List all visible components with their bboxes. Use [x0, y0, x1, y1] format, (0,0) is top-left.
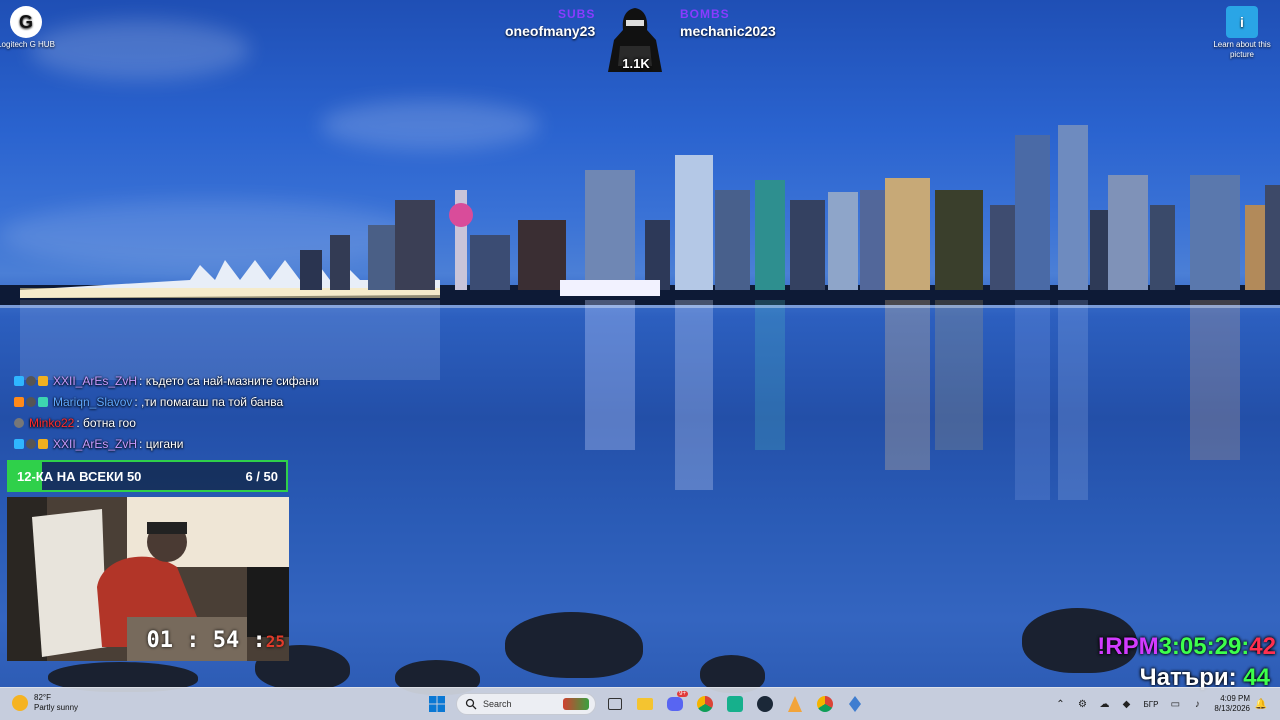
clock-badge-icon	[14, 417, 24, 428]
chat-message: Mariqn_Slavov : ,ти помагаш па той банва	[14, 391, 354, 412]
goal-count: 6 / 50	[245, 469, 278, 484]
webcam-timer: 01 : 54 :25	[147, 628, 285, 653]
streamlabs-button[interactable]	[842, 691, 868, 717]
clock-badge-icon	[26, 396, 36, 407]
gem-badge-icon	[14, 396, 24, 407]
file-explorer-button[interactable]	[632, 691, 658, 717]
desktop-icon-logitech[interactable]: G Logitech G HUB	[0, 6, 58, 50]
task-view-icon	[608, 698, 622, 710]
bombs-tag: BOMBS	[680, 7, 730, 21]
discord-icon	[667, 697, 683, 711]
notification-bell-icon[interactable]: 🔔	[1253, 696, 1269, 712]
clock-badge-icon	[26, 438, 36, 449]
language-indicator[interactable]: БГР	[1143, 700, 1158, 709]
network-icon[interactable]: ▭	[1167, 696, 1183, 712]
desktop-icon-label: Learn about this picture	[1213, 40, 1271, 59]
tray-cloud-icon[interactable]: ☁	[1096, 696, 1112, 712]
chat-message: XXII_ArEs_ZvH : където са най-мазните си…	[14, 370, 354, 391]
folder-icon	[637, 698, 653, 710]
chrome-icon	[697, 696, 713, 712]
chat-message: XXII_ArEs_ZvH : цигани	[14, 433, 354, 454]
rpm-label: !RPM	[1097, 633, 1159, 660]
audio-app-button[interactable]	[722, 691, 748, 717]
top-bomber-name: mechanic2023	[680, 23, 776, 39]
diamond-badge-icon	[14, 438, 24, 449]
sub-goal-bar: 12-КА НА ВСЕКИ 50 6 / 50	[7, 460, 288, 492]
search-placeholder: Search	[483, 699, 512, 709]
rpm-counter: !RPM3:05:29:42	[1097, 633, 1276, 661]
top-sub-name: oneofmany23	[505, 23, 596, 39]
stream-top-overlay: SUBS oneofmany23 BOMBS mechanic2023 1.1K	[500, 4, 790, 74]
timer-seconds: 25	[265, 632, 285, 651]
waveform-icon	[727, 696, 743, 712]
steam-icon	[757, 696, 773, 712]
timer-main: 01 : 54 :	[146, 628, 266, 653]
goal-label: 12-КА НА ВСЕКИ 50	[17, 469, 142, 484]
city-skyline	[0, 125, 1280, 305]
chat-message: Minko22 : ботна гоо	[14, 412, 354, 433]
learn-picture-icon: i	[1226, 6, 1258, 38]
desktop-icon-learn-picture[interactable]: i Learn about this picture	[1210, 6, 1274, 60]
webcam-feed: 01 : 54 :25	[7, 497, 289, 661]
stream-chat: XXII_ArEs_ZvH : където са най-мазните си…	[14, 370, 354, 454]
diamond-app-icon	[849, 696, 861, 712]
weather-temp: 82°F	[34, 693, 51, 702]
chat-text: : ,ти помагаш па той банва	[134, 394, 284, 409]
diamond-badge-icon	[14, 375, 24, 386]
windows-icon	[429, 696, 445, 712]
tray-settings-icon[interactable]: ⚙	[1074, 696, 1090, 712]
clock-time: 4:09 PM	[1220, 694, 1250, 703]
chat-username: XXII_ArEs_ZvH	[53, 436, 138, 451]
chat-username: XXII_ArEs_ZvH	[53, 373, 138, 388]
clock-badge-icon	[26, 375, 36, 386]
chat-text: : ботна гоо	[76, 415, 136, 430]
crown-badge-icon	[38, 438, 48, 449]
desktop-icon-label: Logitech G HUB	[0, 40, 55, 49]
taskbar-search[interactable]: Search	[456, 693, 596, 715]
cursor-app-button[interactable]	[782, 691, 808, 717]
cursor-app-icon	[788, 696, 802, 712]
rpm-seconds: 42	[1249, 633, 1276, 660]
chat-text: : където са най-мазните сифани	[139, 373, 319, 388]
chat-username: Mariqn_Slavov	[53, 394, 133, 409]
clock-date: 8/13/2026	[1214, 704, 1250, 713]
task-view-button[interactable]	[602, 691, 628, 717]
weather-widget[interactable]: 82°F Partly sunny	[12, 693, 78, 713]
chrome-icon	[817, 696, 833, 712]
taskbar-clock[interactable]: 4:09 PM 8/13/2026	[1214, 694, 1250, 714]
system-tray: ⌃ ⚙ ☁ ◆ БГР ▭ ♪ 4:09 PM 8/13/2026 🔔	[1049, 688, 1272, 720]
start-button[interactable]	[424, 691, 450, 717]
discord-button[interactable]: 9+	[662, 691, 688, 717]
logitech-g-icon: G	[10, 6, 42, 38]
rock	[505, 612, 643, 678]
chrome-profile-button[interactable]	[812, 691, 838, 717]
chrome-button[interactable]	[692, 691, 718, 717]
weather-desc: Partly sunny	[34, 703, 79, 712]
taskbar: 82°F Partly sunny Search 9+ ⌃ ⚙ ☁ ◆ БГР …	[0, 687, 1280, 720]
crown-badge-icon	[38, 375, 48, 386]
mascot-count: 1.1K	[622, 56, 650, 71]
partly-sunny-icon	[12, 695, 28, 711]
discord-badge: 9+	[677, 691, 688, 697]
tray-app-icon[interactable]: ◆	[1118, 696, 1134, 712]
subs-tag: SUBS	[558, 7, 596, 21]
chat-username: Minko22	[29, 415, 75, 430]
sub-badge-icon	[38, 396, 48, 407]
search-icon	[465, 698, 477, 710]
volume-icon[interactable]: ♪	[1189, 696, 1205, 712]
search-highlight-icon	[563, 698, 589, 710]
steam-button[interactable]	[752, 691, 778, 717]
tray-chevron-up-icon[interactable]: ⌃	[1052, 696, 1068, 712]
taskbar-apps: Search 9+	[422, 691, 870, 717]
rpm-time: 3:05:29:	[1158, 633, 1250, 660]
chat-text: : цигани	[139, 436, 184, 451]
